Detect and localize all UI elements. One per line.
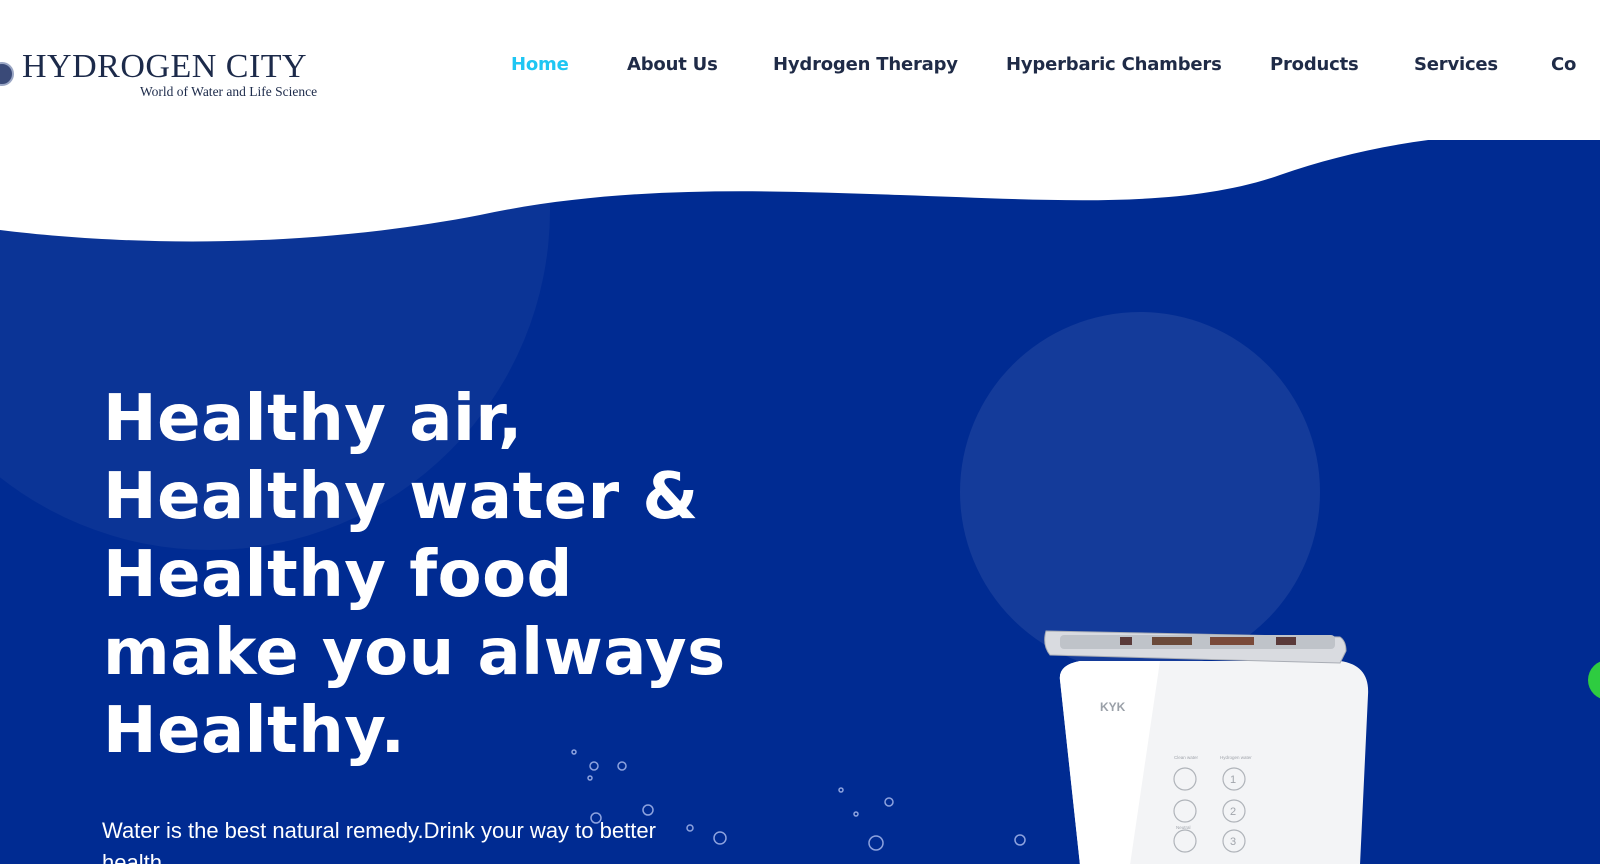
water-ionizer-product-image: KYK Clean water Hydrogen water 1 2 3 Neu… xyxy=(1044,630,1369,864)
product-button-1: 1 xyxy=(1230,774,1236,786)
nav-hydrogen-therapy[interactable]: Hydrogen Therapy xyxy=(773,54,958,75)
nav-about-us[interactable]: About Us xyxy=(627,54,718,75)
main-nav: Home About Us Hydrogen Therapy Hyperbari… xyxy=(0,54,1600,84)
hero-decor-circle xyxy=(960,312,1320,672)
product-button-3: 3 xyxy=(1230,836,1236,848)
hero-heading-line: Healthy air, xyxy=(103,382,523,456)
product-brand-mark: KYK xyxy=(1100,700,1126,714)
nav-hyperbaric-chambers[interactable]: Hyperbaric Chambers xyxy=(1006,54,1222,75)
hero-heading-line: make you always xyxy=(103,616,726,690)
nav-services[interactable]: Services xyxy=(1414,54,1498,75)
nav-contact[interactable]: Co xyxy=(1551,54,1576,75)
site-header: HYDROGEN CITY World of Water and Life Sc… xyxy=(0,0,1600,140)
nav-home[interactable]: Home xyxy=(511,54,569,75)
hero-subtext: Water is the best natural remedy.Drink y… xyxy=(102,818,656,864)
product-label-neutral: Neutral xyxy=(1176,825,1191,830)
hero-heading-line: Healthy water & xyxy=(103,460,699,534)
product-label-hydrogen: Hydrogen water xyxy=(1220,755,1252,760)
hero-heading-line: Healthy food xyxy=(103,538,573,612)
product-button-2: 2 xyxy=(1230,806,1236,818)
nav-products[interactable]: Products xyxy=(1270,54,1359,75)
product-label-clean: Clean water xyxy=(1174,755,1199,760)
hero-heading-line: Healthy. xyxy=(103,694,406,768)
brand-tagline: World of Water and Life Science xyxy=(140,84,318,99)
hero-heading: Healthy air, Healthy water & Healthy foo… xyxy=(103,380,726,770)
